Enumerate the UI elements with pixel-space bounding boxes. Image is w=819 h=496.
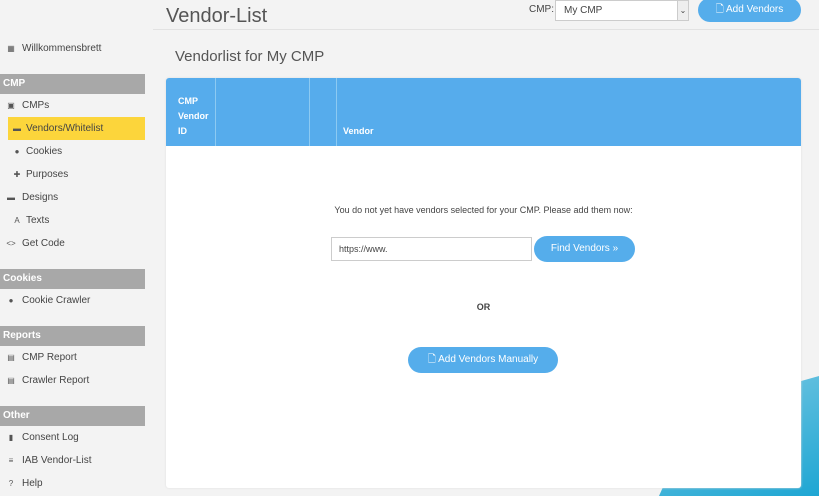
chevron-down-icon: ⌄ [677,1,688,20]
add-vendors-button[interactable]: 🗋 Add Vendors [698,0,801,22]
code-icon: <> [6,239,16,248]
sidebar-item-help[interactable]: ? Help [0,472,145,495]
sidebar-item-iab-vendor-list[interactable]: ≡ IAB Vendor-List [0,449,145,472]
section-title: Vendorlist for My CMP [175,48,325,65]
question-icon: ? [8,479,14,488]
sidebar-item-crawler-report[interactable]: ▤ Crawler Report [0,369,145,392]
clipboard-icon: ▮ [8,433,14,442]
page-title: Vendor-List [166,5,268,27]
cookie-icon: ● [14,147,20,156]
chart-icon: ▤ [7,353,15,362]
dashboard-icon: ▦ [7,44,15,53]
url-input[interactable]: https://www. [331,237,532,261]
cmp-select[interactable]: My CMP ⌄ [555,0,689,21]
top-bar: Vendor-List CMP: My CMP ⌄ 🗋 Add Vendors [153,0,819,30]
sidebar-item-cmp-report[interactable]: ▤ CMP Report [0,346,145,369]
sidebar-item-dashboard[interactable]: ▦ Willkommensbrett [0,37,145,60]
chart-icon: ▤ [7,376,15,385]
sidebar-item-getcode[interactable]: <> Get Code [0,232,145,255]
column-vendor[interactable]: Vendor [337,78,801,146]
window-icon: ▣ [7,101,15,110]
file-icon: 🗋 [427,354,439,365]
font-icon: A [14,216,20,225]
sidebar-item-cookies[interactable]: ● Cookies [0,140,145,163]
puzzle-icon: ✚ [13,170,21,179]
sidebar-item-vendors[interactable]: ▬ Vendors/Whitelist [8,117,145,140]
sidebar-item-texts[interactable]: A Texts [0,209,145,232]
or-label: OR [476,302,491,312]
sidebar-item-cmps[interactable]: ▣ CMPs [0,94,145,117]
list-icon: ≡ [8,456,14,465]
comment-icon: ▬ [13,124,21,133]
sidebar-item-purposes[interactable]: ✚ Purposes [0,163,145,186]
add-vendors-manually-button[interactable]: 🗋 Add Vendors Manually [408,347,558,373]
section-other: Other [0,406,145,426]
column-blank-2 [310,78,337,146]
table-header: CMP Vendor ID Vendor [166,78,801,146]
section-cookies: Cookies [0,269,145,289]
section-reports: Reports [0,326,145,346]
cmp-label: CMP: [529,4,554,15]
empty-message: You do not yet have vendors selected for… [334,205,633,215]
section-cmp: CMP [0,74,145,94]
image-icon: ▬ [7,193,15,202]
file-icon: 🗋 [715,4,726,15]
sidebar-item-designs[interactable]: ▬ Designs [0,186,145,209]
bug-icon: ● [8,296,14,305]
sidebar-item-cookie-crawler[interactable]: ● Cookie Crawler [0,289,145,312]
vendor-table-panel: CMP Vendor ID Vendor You do not yet have… [166,78,801,488]
column-cmp-vendor-id[interactable]: CMP Vendor ID [166,78,216,146]
sidebar-item-consent-log[interactable]: ▮ Consent Log [0,426,145,449]
find-vendors-button[interactable]: Find Vendors » [534,236,635,262]
column-blank-1 [216,78,310,146]
sidebar: ▦ Willkommensbrett CMP ▣ CMPs ▬ Vendors/Whi… [0,0,145,496]
